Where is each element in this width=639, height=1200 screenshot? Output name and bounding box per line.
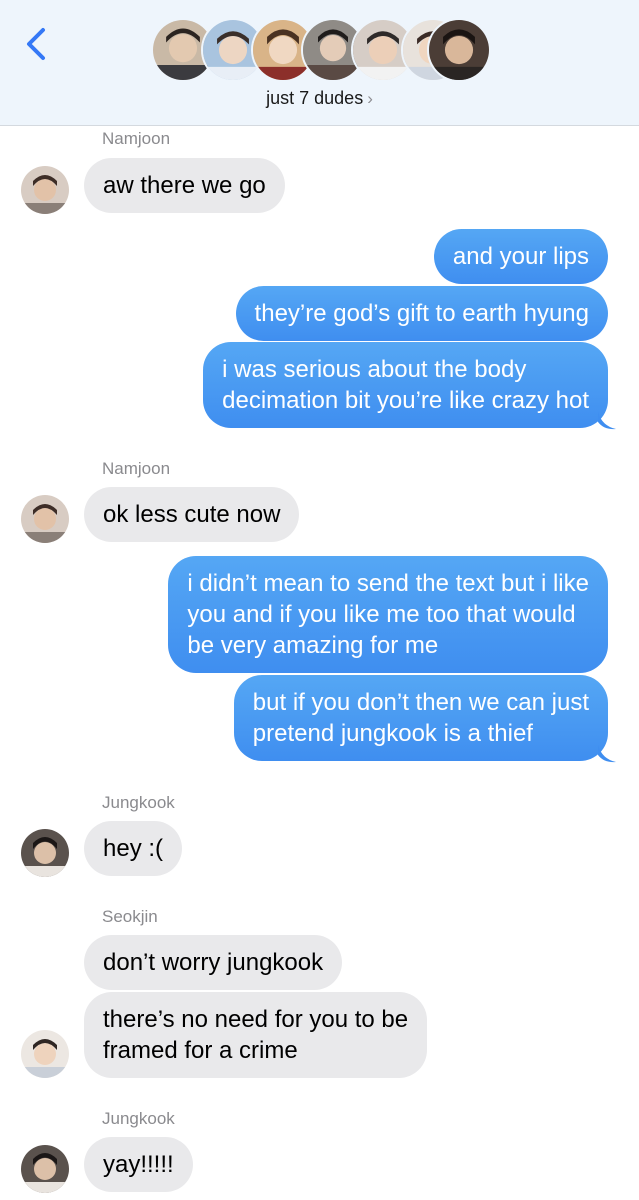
sender-avatar[interactable]: [21, 166, 69, 214]
group-member-avatar: [427, 18, 491, 82]
message-text-line: but if you don’t then we can just: [252, 689, 589, 716]
outgoing-message-bubble[interactable]: i was serious about the body decimation …: [203, 342, 608, 428]
message-text: hey :(: [103, 835, 164, 862]
incoming-message-bubble[interactable]: yay!!!!!: [84, 1137, 193, 1192]
message-text: don’t worry jungkook: [103, 949, 324, 976]
outgoing-message-bubble[interactable]: but if you don’t then we can just preten…: [233, 675, 608, 761]
message-text: they’re god’s gift to earth hyung: [254, 300, 589, 327]
bubble-tail: [598, 745, 616, 763]
outgoing-message-bubble[interactable]: and your lips: [433, 229, 608, 284]
message-text-line: be very amazing for me: [187, 632, 439, 659]
message-list[interactable]: Namjoon aw there we go and your lips the…: [0, 126, 639, 1200]
chevron-right-icon: ›: [367, 89, 373, 108]
sender-label: Jungkook: [102, 793, 175, 812]
sender-avatar[interactable]: [21, 1030, 69, 1078]
conversation-header: just 7 dudes ›: [0, 0, 639, 126]
message-text-line: framed for a crime: [103, 1037, 298, 1064]
sender-label: Jungkook: [102, 1109, 175, 1128]
group-avatars[interactable]: [151, 18, 491, 82]
message-text-line: you and if you like me too that would: [187, 601, 576, 628]
sender-label: Seokjin: [102, 907, 158, 926]
message-text: aw there we go: [103, 172, 266, 199]
outgoing-message-bubble[interactable]: they’re god’s gift to earth hyung: [235, 286, 608, 341]
sender-avatar[interactable]: [21, 495, 69, 543]
sender-avatar[interactable]: [21, 829, 69, 877]
sender-avatar[interactable]: [21, 1145, 69, 1193]
outgoing-message-bubble[interactable]: i didn’t mean to send the text but i lik…: [168, 556, 608, 673]
group-name-button[interactable]: just 7 dudes ›: [0, 88, 639, 109]
sender-label: Namjoon: [102, 129, 171, 148]
sender-label: Namjoon: [102, 459, 171, 478]
incoming-message-bubble[interactable]: don’t worry jungkook: [84, 935, 343, 990]
chevron-left-icon[interactable]: [22, 26, 52, 62]
message-text-line: i was serious about the body: [222, 356, 527, 383]
message-text: ok less cute now: [103, 501, 281, 528]
message-text-line: there’s no need for you to be: [103, 1006, 409, 1033]
incoming-message-bubble[interactable]: ok less cute now: [84, 487, 300, 542]
message-text-line: i didn’t mean to send the text but i lik…: [187, 570, 589, 597]
message-text-line: decimation bit you’re like crazy hot: [222, 387, 589, 414]
message-text: and your lips: [452, 243, 589, 270]
group-name: just 7 dudes: [266, 88, 364, 108]
incoming-message-bubble[interactable]: hey :(: [84, 821, 183, 876]
message-text-line: pretend jungkook is a thief: [252, 720, 533, 747]
incoming-message-bubble[interactable]: there’s no need for you to be framed for…: [84, 992, 428, 1078]
incoming-message-bubble[interactable]: aw there we go: [84, 158, 285, 213]
message-text: yay!!!!!: [103, 1151, 174, 1178]
bubble-tail: [598, 412, 616, 430]
